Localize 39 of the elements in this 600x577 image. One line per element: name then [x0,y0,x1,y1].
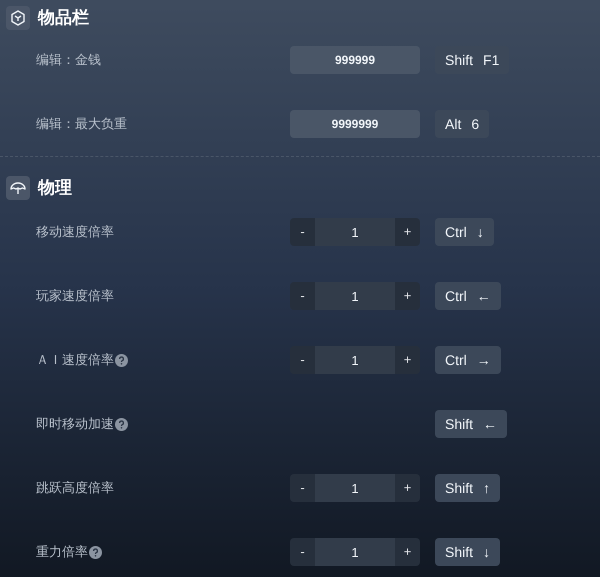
decrement-button[interactable]: - [290,218,315,246]
help-icon[interactable] [89,546,102,558]
umbrella-icon [6,176,30,200]
section-title: 物品栏 [38,7,89,30]
section-title: 物理 [38,177,72,200]
setting-label: 编辑：最大负重 [36,115,127,134]
setting-label: ＡＩ速度倍率 [36,351,114,370]
hotkey-button[interactable]: Ctrl ← [435,282,501,310]
help-icon[interactable] [115,418,128,430]
hotkey-button[interactable]: Shift ← [435,410,508,438]
hotkey-button[interactable]: Alt 6 [435,110,490,138]
number-field[interactable]: 1 [315,474,395,502]
increment-button[interactable]: + [395,282,420,310]
setting-label: 重力倍率 [36,543,88,562]
setting-label: 编辑：金钱 [36,51,101,70]
hotkey-button[interactable]: Ctrl → [435,346,501,374]
increment-button[interactable]: + [395,346,420,374]
decrement-button[interactable]: - [290,346,315,374]
help-icon[interactable] [115,354,128,366]
hotkey-button[interactable]: Shift ↑ [435,474,500,502]
number-field[interactable]: 1 [315,346,395,374]
setting-label: 玩家速度倍率 [36,287,114,306]
increment-button[interactable]: + [395,538,420,566]
increment-button[interactable]: + [395,474,420,502]
decrement-button[interactable]: - [290,282,315,310]
setting-label: 即时移动加速 [36,415,114,434]
increment-button[interactable]: + [395,218,420,246]
number-field[interactable]: 999999 [290,46,420,74]
number-field[interactable]: 1 [315,218,395,246]
cube-icon [6,6,30,30]
number-field[interactable]: 1 [315,538,395,566]
number-field[interactable]: 9999999 [290,110,420,138]
hotkey-button[interactable]: Ctrl ↓ [435,218,494,246]
decrement-button[interactable]: - [290,538,315,566]
number-field[interactable]: 1 [315,282,395,310]
hotkey-button[interactable]: Shift ↓ [435,538,500,566]
setting-label: 跳跃高度倍率 [36,479,114,498]
decrement-button[interactable]: - [290,474,315,502]
setting-label: 移动速度倍率 [36,223,114,242]
